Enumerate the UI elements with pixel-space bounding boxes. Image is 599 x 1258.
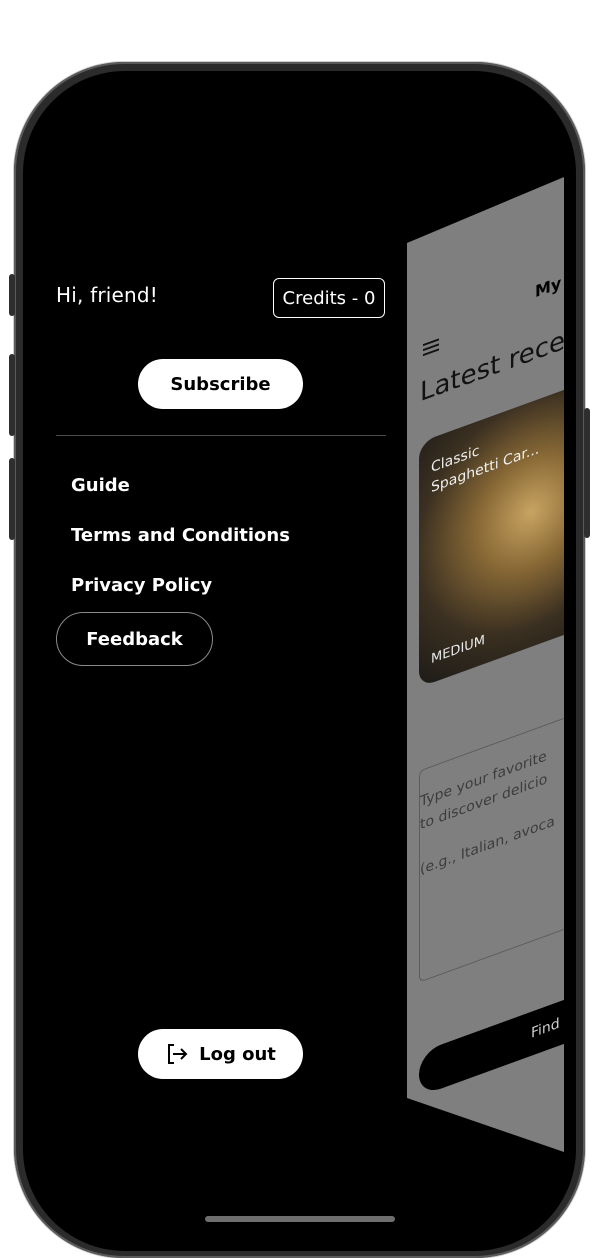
- volume-up-button: [9, 354, 15, 436]
- logout-button[interactable]: Log out: [138, 1029, 303, 1079]
- hamburger-menu-icon[interactable]: [423, 338, 439, 357]
- power-button: [584, 408, 590, 538]
- screen: My Latest recei Classic Spaghetti Car...…: [23, 71, 576, 1251]
- home-indicator[interactable]: [205, 1216, 395, 1222]
- recipe-difficulty: MEDIUM: [431, 632, 486, 668]
- menu-item-guide[interactable]: Guide: [71, 475, 130, 496]
- background-app-card[interactable]: My Latest recei Classic Spaghetti Car...…: [407, 177, 564, 1152]
- latest-recipes-heading: Latest recei: [420, 322, 564, 409]
- recipe-card[interactable]: Classic Spaghetti Car... MEDIUM: [419, 384, 564, 688]
- app-title: My: [535, 272, 562, 302]
- feedback-button[interactable]: Feedback: [56, 612, 213, 666]
- logout-icon: [168, 1044, 188, 1064]
- credits-badge[interactable]: Credits - 0: [273, 278, 385, 318]
- find-button-label: Find: [531, 1015, 560, 1042]
- mute-switch: [9, 274, 15, 316]
- volume-down-button: [9, 458, 15, 540]
- menu-item-terms[interactable]: Terms and Conditions: [71, 525, 290, 546]
- greeting: Hi, friend!: [56, 283, 159, 307]
- find-button[interactable]: Find: [419, 983, 564, 1097]
- background-app-preview[interactable]: My Latest recei Classic Spaghetti Car...…: [407, 177, 564, 1152]
- logout-label: Log out: [199, 1043, 276, 1065]
- subscribe-button[interactable]: Subscribe: [138, 359, 303, 409]
- divider: [56, 435, 386, 436]
- menu-item-privacy[interactable]: Privacy Policy: [71, 575, 212, 596]
